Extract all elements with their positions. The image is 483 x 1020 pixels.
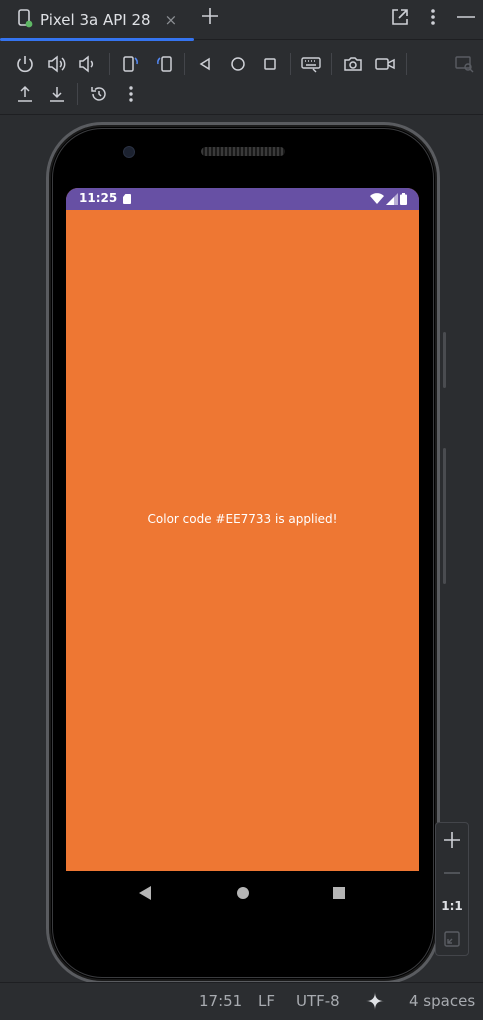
toolbar-divider [77, 83, 78, 105]
emulator-toolbar [0, 41, 483, 115]
rotate-left-icon [123, 56, 138, 72]
home-button[interactable] [227, 53, 249, 75]
search-button[interactable] [454, 53, 476, 75]
download-icon [50, 87, 64, 102]
more-vertical-icon [431, 9, 435, 25]
zoom-out-button[interactable] [436, 857, 468, 889]
earpiece-speaker [201, 147, 285, 156]
upload-icon [18, 85, 32, 102]
search-disabled-icon [455, 56, 474, 73]
toolbar-divider [184, 53, 185, 75]
reset-icon [91, 87, 106, 101]
upload-button[interactable] [14, 83, 36, 105]
plus-icon [202, 8, 218, 24]
sd-card-icon [123, 194, 131, 204]
add-tab-button[interactable] [199, 5, 221, 27]
android-status-bar: 11:25 [66, 188, 419, 210]
status-time: 11:25 [79, 191, 118, 205]
nav-recents-button[interactable] [332, 885, 346, 905]
power-icon [17, 56, 33, 73]
home-icon [231, 57, 245, 71]
status-encoding[interactable]: UTF-8 [296, 992, 340, 1010]
side-button [443, 332, 446, 388]
zoom-fit-button[interactable] [436, 923, 468, 955]
zoom-controls: 1:1 [435, 822, 469, 956]
android-nav-bar [66, 871, 419, 915]
tab-bar: Pixel 3a API 28 × [0, 0, 483, 41]
nav-back-button[interactable] [138, 885, 152, 905]
minus-icon [444, 872, 460, 874]
toolbar-divider [290, 53, 291, 75]
signal-icon [386, 193, 398, 205]
status-indent[interactable]: 4 spaces [409, 992, 475, 1010]
battery-icon [400, 193, 407, 205]
download-button[interactable] [46, 83, 68, 105]
ai-assistant-button[interactable] [365, 991, 385, 1015]
zoom-one-to-one-label: 1:1 [441, 899, 463, 913]
back-button[interactable] [194, 53, 216, 75]
status-caret-position[interactable]: 17:51 [199, 992, 242, 1010]
more-vertical-icon [129, 86, 133, 102]
volume-up-icon [48, 55, 66, 73]
minimize-button[interactable] [455, 6, 477, 28]
back-triangle-icon [139, 886, 151, 900]
zoom-actual-size-button[interactable]: 1:1 [436, 890, 468, 922]
device-display-area: 11:25 Color code #EE7733 is applied! [0, 116, 483, 984]
home-circle-icon [237, 887, 249, 899]
wifi-icon [370, 193, 384, 204]
toolbar-divider [406, 53, 407, 75]
toolbar-divider [109, 53, 110, 75]
camera-icon [344, 57, 362, 71]
overview-button[interactable] [259, 53, 281, 75]
rotate-right-button[interactable] [154, 53, 176, 75]
overview-icon [264, 58, 276, 70]
zoom-in-button[interactable] [436, 824, 468, 856]
status-indicators [370, 192, 407, 206]
volume-up-button[interactable] [46, 53, 68, 75]
reset-button[interactable] [88, 83, 110, 105]
device-screen[interactable]: 11:25 Color code #EE7733 is applied! [66, 188, 419, 871]
rotate-left-button[interactable] [119, 53, 141, 75]
more-toolbar-button[interactable] [120, 83, 142, 105]
record-button[interactable] [374, 53, 396, 75]
tab-close-button[interactable]: × [165, 11, 178, 29]
external-link-button[interactable] [389, 6, 411, 28]
video-icon [375, 58, 395, 70]
device-icon [16, 8, 34, 32]
back-icon [199, 57, 210, 71]
power-button[interactable] [14, 53, 36, 75]
rotate-right-icon [157, 56, 172, 72]
side-button [443, 448, 446, 584]
tab-pixel-3a[interactable]: Pixel 3a API 28 × [0, 0, 194, 41]
tab-label: Pixel 3a API 28 [40, 11, 151, 29]
more-options-button[interactable] [424, 6, 442, 28]
screenshot-button[interactable] [342, 53, 364, 75]
fit-screen-icon [444, 931, 460, 947]
external-link-icon [392, 9, 408, 25]
ide-status-bar: 17:51 LF UTF-8 4 spaces [0, 982, 483, 1020]
app-message: Color code #EE7733 is applied! [147, 512, 338, 526]
keyboard-icon [301, 57, 321, 73]
keyboard-button[interactable] [300, 53, 322, 75]
minimize-icon [457, 16, 475, 18]
volume-down-button[interactable] [77, 53, 99, 75]
sparkle-icon [366, 992, 384, 1010]
status-line-ending[interactable]: LF [258, 992, 275, 1010]
front-camera [123, 146, 135, 158]
plus-icon [444, 832, 460, 848]
emulator-window: Pixel 3a API 28 × 11:25 Color code #EE77… [0, 0, 483, 1020]
nav-home-button[interactable] [236, 885, 250, 905]
toolbar-divider [331, 53, 332, 75]
volume-down-icon [79, 55, 94, 73]
recents-square-icon [333, 887, 345, 899]
